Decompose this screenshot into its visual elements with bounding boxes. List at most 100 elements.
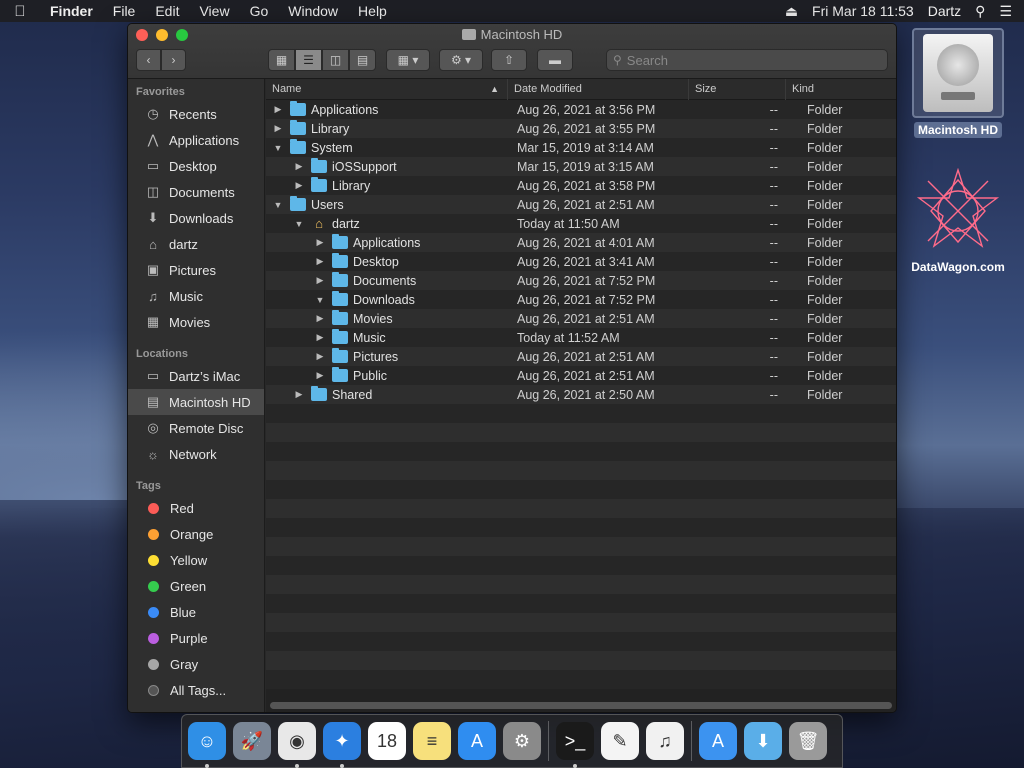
menu-help[interactable]: Help bbox=[348, 3, 397, 19]
column-header-size[interactable]: Size bbox=[689, 78, 786, 100]
table-row[interactable]: ▶ Pictures Aug 26, 2021 at 2:51 AM -- Folder bbox=[266, 347, 896, 366]
dock-calendar-icon[interactable]: 18 bbox=[368, 722, 406, 760]
sidebar-item-music[interactable]: ♫ Music bbox=[128, 283, 264, 309]
sidebar-tag-orange[interactable]: Orange bbox=[128, 521, 264, 547]
dock-finder-icon[interactable]: ☺ bbox=[188, 722, 226, 768]
table-row[interactable]: ▶ Desktop Aug 26, 2021 at 3:41 AM -- Folder bbox=[266, 252, 896, 271]
sidebar-tag-blue[interactable]: Blue bbox=[128, 599, 264, 625]
table-row[interactable]: ▶ Public Aug 26, 2021 at 2:51 AM -- Folder bbox=[266, 366, 896, 385]
search-input[interactable] bbox=[626, 52, 867, 68]
apple-menu-icon[interactable]:  bbox=[0, 3, 40, 20]
disclosure-collapsed-icon[interactable]: ▶ bbox=[272, 104, 284, 115]
table-row[interactable]: ▼ System Mar 15, 2019 at 3:14 AM -- Folder bbox=[266, 138, 896, 157]
disclosure-expanded-icon[interactable]: ▼ bbox=[272, 143, 284, 153]
sidebar-item-recents[interactable]: ◷ Recents bbox=[128, 101, 264, 127]
table-row[interactable]: ▼ Users Aug 26, 2021 at 2:51 AM -- Folder bbox=[266, 195, 896, 214]
menu-file[interactable]: File bbox=[103, 3, 146, 19]
menu-go[interactable]: Go bbox=[240, 3, 279, 19]
menu-app-name[interactable]: Finder bbox=[40, 3, 103, 19]
notification-center-icon[interactable]: ☰ bbox=[999, 3, 1012, 20]
dock-chrome-icon[interactable]: ◉ bbox=[278, 722, 316, 768]
disclosure-collapsed-icon[interactable]: ▶ bbox=[314, 256, 326, 267]
column-header-kind[interactable]: Kind bbox=[786, 79, 896, 100]
dock-trash-icon[interactable]: 🗑 bbox=[789, 722, 827, 760]
sidebar-tag-red[interactable]: Red bbox=[128, 495, 264, 521]
column-header-name[interactable]: Name ▲ bbox=[266, 78, 508, 100]
disclosure-collapsed-icon[interactable]: ▶ bbox=[314, 313, 326, 324]
sidebar-item-downloads[interactable]: ⬇ Downloads bbox=[128, 205, 264, 231]
table-row[interactable]: ▶ Applications Aug 26, 2021 at 4:01 AM -- Fo… bbox=[266, 233, 896, 252]
sidebar-item-applications[interactable]: ⋀ Applications bbox=[128, 127, 264, 153]
sidebar-tag-purple[interactable]: Purple bbox=[128, 625, 264, 651]
sidebar-tag-yellow[interactable]: Yellow bbox=[128, 547, 264, 573]
sidebar-tag-green[interactable]: Green bbox=[128, 573, 264, 599]
sidebar-item-movies[interactable]: ▦ Movies bbox=[128, 309, 264, 335]
dock-downloads-folder-icon[interactable]: ⬇ bbox=[744, 722, 782, 760]
gallery-view-button[interactable]: ▤ bbox=[349, 49, 376, 71]
group-by-button[interactable]: ▦ ▾ bbox=[386, 49, 430, 71]
row-kind: Folder bbox=[807, 349, 843, 364]
disclosure-expanded-icon[interactable]: ▼ bbox=[293, 219, 305, 229]
table-row[interactable]: ▶ Documents Aug 26, 2021 at 7:52 PM -- Folde… bbox=[266, 271, 896, 290]
search-field[interactable]: ⚲ bbox=[606, 49, 888, 71]
disclosure-expanded-icon[interactable]: ▼ bbox=[314, 295, 326, 305]
table-row[interactable]: ▶ iOSSupport Mar 15, 2019 at 3:15 AM -- Fold… bbox=[266, 157, 896, 176]
menubar-clock[interactable]: Fri Mar 18 11:53 bbox=[812, 3, 914, 19]
dock-app-store-folder-icon[interactable]: A bbox=[699, 722, 737, 760]
disclosure-collapsed-icon[interactable]: ▶ bbox=[293, 389, 305, 400]
disclosure-collapsed-icon[interactable]: ▶ bbox=[314, 275, 326, 286]
share-button[interactable]: ⇧ bbox=[491, 49, 527, 71]
horizontal-scrollbar[interactable] bbox=[270, 702, 892, 709]
table-row[interactable]: ▶ Applications Aug 26, 2021 at 3:56 PM -- Fo… bbox=[266, 100, 896, 119]
eject-icon[interactable]: ⏏ bbox=[785, 3, 798, 20]
disclosure-collapsed-icon[interactable]: ▶ bbox=[272, 123, 284, 134]
sidebar-item-remote-disc[interactable]: ◎ Remote Disc bbox=[128, 415, 264, 441]
sidebar-item-pictures[interactable]: ▣ Pictures bbox=[128, 257, 264, 283]
icon-view-button[interactable]: ▦ bbox=[268, 49, 295, 71]
table-row[interactable]: ▶ Music Today at 11:52 AM -- Folder bbox=[266, 328, 896, 347]
table-row[interactable]: ▶ Movies Aug 26, 2021 at 2:51 AM -- Folder bbox=[266, 309, 896, 328]
disclosure-collapsed-icon[interactable]: ▶ bbox=[314, 351, 326, 362]
action-gear-button[interactable]: ⚙ ▾ bbox=[439, 49, 483, 71]
table-row[interactable]: ▼ Downloads Aug 26, 2021 at 7:52 PM -- Folde… bbox=[266, 290, 896, 309]
forward-button[interactable]: › bbox=[161, 49, 186, 71]
dock-notes-icon[interactable]: ≡ bbox=[413, 722, 451, 760]
dock-textedit-icon[interactable]: ✎ bbox=[601, 722, 639, 760]
dock-app-store-icon[interactable]: A bbox=[458, 722, 496, 760]
menubar-user[interactable]: Dartz bbox=[928, 3, 961, 19]
table-row[interactable]: ▶ Library Aug 26, 2021 at 3:58 PM -- Folder bbox=[266, 176, 896, 195]
disclosure-collapsed-icon[interactable]: ▶ bbox=[314, 370, 326, 381]
sidebar-item-network[interactable]: ☼ Network bbox=[128, 441, 264, 467]
sidebar-tag-gray[interactable]: Gray bbox=[128, 651, 264, 677]
table-row[interactable]: ▼ ⌂ dartz Today at 11:50 AM -- Folder bbox=[266, 214, 896, 233]
sidebar-item-imac[interactable]: ▭ Dartz’s iMac bbox=[128, 363, 264, 389]
desktop-datawagon[interactable]: DataWagon.com bbox=[900, 168, 1016, 274]
dock-launchpad-icon[interactable]: 🚀 bbox=[233, 722, 271, 760]
disclosure-collapsed-icon[interactable]: ▶ bbox=[314, 332, 326, 343]
sidebar-item-desktop[interactable]: ▭ Desktop bbox=[128, 153, 264, 179]
dock-safari-icon[interactable]: ✦ bbox=[323, 722, 361, 768]
disclosure-expanded-icon[interactable]: ▼ bbox=[272, 200, 284, 210]
column-header-date[interactable]: Date Modified bbox=[508, 78, 689, 100]
spotlight-search-icon[interactable]: ⚲ bbox=[975, 3, 985, 20]
sidebar-tag-all-tags[interactable]: All Tags... bbox=[128, 677, 264, 703]
dock-itunes-icon[interactable]: ♫ bbox=[646, 722, 684, 760]
back-button[interactable]: ‹ bbox=[136, 49, 161, 71]
sidebar-item-dartz[interactable]: ⌂ dartz bbox=[128, 231, 264, 257]
disclosure-collapsed-icon[interactable]: ▶ bbox=[293, 161, 305, 172]
table-row[interactable]: ▶ Shared Aug 26, 2021 at 2:50 AM -- Folder bbox=[266, 385, 896, 404]
menu-edit[interactable]: Edit bbox=[145, 3, 189, 19]
disclosure-collapsed-icon[interactable]: ▶ bbox=[293, 180, 305, 191]
dock-terminal-icon[interactable]: >_ bbox=[556, 722, 594, 768]
dock-system-preferences-icon[interactable]: ⚙ bbox=[503, 722, 541, 760]
sidebar-item-documents[interactable]: ◫ Documents bbox=[128, 179, 264, 205]
column-view-button[interactable]: ◫ bbox=[322, 49, 349, 71]
menu-view[interactable]: View bbox=[189, 3, 239, 19]
sidebar-item-macintosh-hd[interactable]: ▤ Macintosh HD bbox=[128, 389, 264, 415]
tags-button[interactable]: ▬ bbox=[537, 49, 573, 71]
table-row[interactable]: ▶ Library Aug 26, 2021 at 3:55 PM -- Folder bbox=[266, 119, 896, 138]
menu-window[interactable]: Window bbox=[278, 3, 348, 19]
list-view-button[interactable]: ☰ bbox=[295, 49, 322, 71]
desktop-macintosh-hd[interactable]: Macintosh HD bbox=[912, 28, 1004, 138]
disclosure-collapsed-icon[interactable]: ▶ bbox=[314, 237, 326, 248]
